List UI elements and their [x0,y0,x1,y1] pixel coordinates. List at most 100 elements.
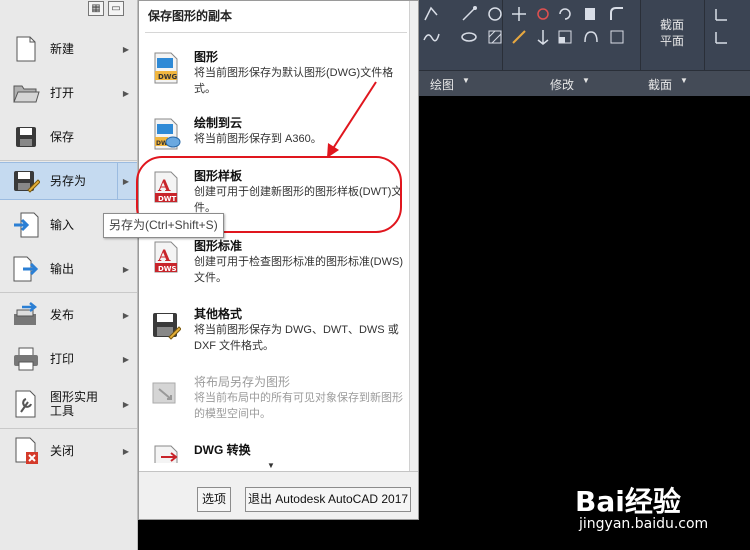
submenu-item-description: 创建可用于检查图形标准的图形标准(DWS)文件。 [194,256,403,284]
menu-item-label: 新建 [50,42,75,56]
application-menu-footer: 选项 退出 Autodesk AutoCAD 2017 [138,472,419,520]
svg-text:A: A [157,246,171,265]
ribbon-separator [704,0,705,70]
application-menu: ▦ ▭ 新建 ▶ 打开 ▶ 保存 另存为 ▶ 输入 输出 ▶ 发布 ▶ 打印 ▶… [0,0,138,550]
menu-item-label: 打印 [50,352,75,366]
submenu-item-description: 将当前图形保存到 A360。 [194,133,322,145]
submenu-divider [145,32,407,33]
submenu-item-title: 其他格式 [194,307,243,321]
menu-item-save[interactable]: 保存 [0,120,137,154]
submenu-scrollbar[interactable] [409,1,418,471]
chevron-right-icon: ▶ [122,354,129,364]
polyline-icon[interactable] [422,5,440,23]
section-plane-button[interactable]: 截面 平面 [648,0,698,56]
line-icon[interactable] [460,5,478,23]
section-plane-label-line2: 平面 [660,34,685,48]
save-icon [10,124,42,150]
menu-item-label: 发布 [50,308,75,322]
submenu-title: 保存图形的副本 [148,9,233,23]
submenu-item-save-to-cloud[interactable]: DW 绘制到云 将当前图形保存到 A360。 [139,114,409,159]
export-icon [10,256,42,282]
save-other-icon [151,309,182,340]
ucs-world-icon[interactable] [712,28,730,46]
submenu-item-title: 图形 [194,50,219,64]
menu-item-label: 输入 [50,218,75,232]
svg-text:DWT: DWT [158,195,177,203]
menu-item-label: 关闭 [50,444,75,458]
ribbon: 截面 平面 [418,0,750,70]
printer-icon [10,346,42,372]
chevron-right-icon: ▶ [122,88,129,98]
dwg-cloud-icon: DW [151,118,181,150]
options-button[interactable]: 选项 [197,487,231,512]
tooltip: 另存为(Ctrl+Shift+S) [103,213,224,238]
spline-icon[interactable] [422,28,440,46]
open-folder-icon [10,80,42,106]
submenu-item-other-formats[interactable]: 其他格式 将当前图形保存为 DWG、DWT、DWS 或 DXF 文件格式。 [139,305,409,361]
dwg-file-icon: DWG [151,52,181,84]
submenu-item-dwg-convert[interactable]: DWG 转换 [139,441,409,463]
open-documents-icon[interactable]: ▭ [108,1,124,16]
save-as-icon [10,168,42,194]
submenu-item-save-layout-as-drawing: 将布局另存为图形 将当前布局中的所有可见对象保存到新图形的模型空间中。 [139,373,409,429]
submenu-item-description: 将当前图形保存为默认图形(DWG)文件格式。 [194,67,394,95]
array-icon[interactable] [582,28,600,46]
menu-item-label: 另存为 [50,174,87,188]
dws-file-icon: A DWS [151,241,181,273]
dwt-file-icon: A DWT [151,171,181,203]
recent-documents-icon[interactable]: ▦ [88,1,104,16]
submenu-item-drawing[interactable]: DWG 图形 将当前图形保存为默认图形(DWG)文件格式。 [139,48,409,104]
menu-item-print[interactable]: 打印 ▶ [0,342,137,376]
fillet-icon[interactable] [608,5,626,23]
copy-icon[interactable] [582,5,600,23]
mirror-icon[interactable] [534,28,552,46]
panel-title-modify[interactable]: 修改 [550,76,574,93]
offset-icon[interactable] [608,28,626,46]
quick-access-icons: ▦ ▭ [88,0,134,18]
panel-title-draw[interactable]: 绘图 [430,76,454,93]
scroll-down-icon[interactable]: ▼ [267,461,275,470]
svg-text:A: A [157,176,171,195]
close-document-icon [10,437,42,464]
chevron-down-icon[interactable]: ▼ [680,76,688,85]
stretch-icon[interactable] [510,28,528,46]
trim-icon[interactable] [556,5,574,23]
chevron-right-icon: ▶ [122,44,129,54]
menu-item-new[interactable]: 新建 ▶ [0,32,137,66]
chevron-down-icon[interactable]: ▼ [462,76,470,85]
submenu-item-title: DWG 转换 [194,443,251,457]
menu-item-close[interactable]: 关闭 ▶ [0,434,137,468]
chevron-down-icon[interactable]: ▼ [582,76,590,85]
exit-autocad-button[interactable]: 退出 Autodesk AutoCAD 2017 [245,487,411,512]
chevron-right-icon: ▶ [122,310,129,320]
section-plane-label-line1: 截面 [660,18,685,32]
submenu-item-drawing-standards[interactable]: A DWS 图形标准 创建可用于检查图形标准的图形标准(DWS)文件。 [139,237,409,293]
submenu-item-title: 图形标准 [194,239,243,253]
menu-item-open[interactable]: 打开 ▶ [0,76,137,110]
submenu-item-title: 图形样板 [194,169,243,183]
new-file-icon [10,36,42,62]
menu-item-publish[interactable]: 发布 ▶ [0,298,137,332]
chevron-right-icon: ▶ [122,399,129,409]
layout-save-icon [151,377,181,407]
menu-item-export[interactable]: 输出 ▶ [0,252,137,286]
baidu-jingyan-watermark: Bai经验 jingyan.baidu.com [575,478,750,544]
ellipse-icon[interactable] [460,28,478,46]
submenu-item-description: 将当前布局中的所有可见对象保存到新图形的模型空间中。 [194,392,403,420]
menu-item-label: 保存 [50,130,75,144]
menu-divider [0,160,137,161]
submenu-item-title: 将布局另存为图形 [194,375,291,389]
dwg-convert-icon [151,445,181,463]
move-icon[interactable] [510,5,528,23]
ribbon-separator [502,0,503,70]
scale-icon[interactable] [556,28,574,46]
rotate-icon[interactable] [534,5,552,23]
watermark-logo: Bai经验 [575,485,681,518]
menu-item-label: 打开 [50,86,75,100]
panel-title-section[interactable]: 截面 [648,76,672,93]
menu-item-label: 输出 [50,262,75,276]
ucs-icon[interactable] [712,5,730,23]
menu-item-save-as[interactable]: 另存为 ▶ [0,162,137,200]
menu-item-drawing-utilities[interactable]: 图形实用工具 ▶ [0,384,137,424]
menu-item-label: 图形实用工具 [50,390,99,418]
